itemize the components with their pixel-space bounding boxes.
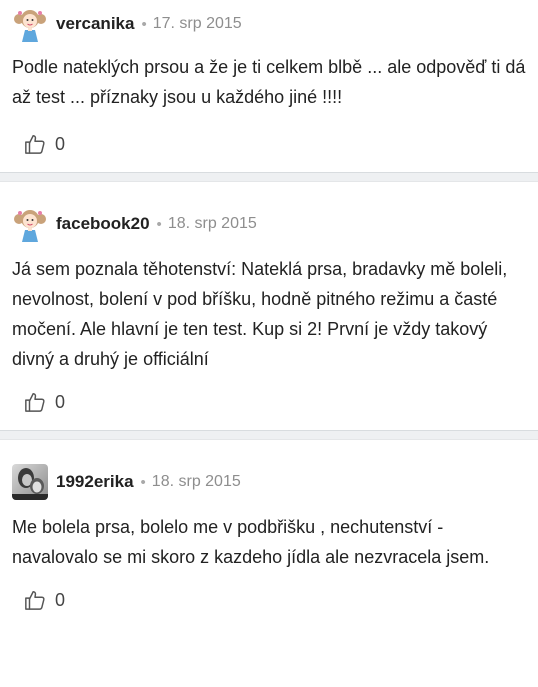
like-count: 0 xyxy=(55,589,66,610)
photo-avatar-icon[interactable] xyxy=(12,464,48,500)
comment-divider xyxy=(0,430,538,440)
separator-dot: • xyxy=(140,473,146,491)
separator-dot: • xyxy=(156,215,162,233)
cartoon-girl-avatar-icon[interactable] xyxy=(12,206,48,242)
like-count: 0 xyxy=(55,133,66,154)
like-button[interactable]: 0 xyxy=(12,124,526,164)
comment-header: 1992erika • 18. srp 2015 xyxy=(12,462,526,502)
comment-date: 18. srp 2015 xyxy=(167,215,257,232)
thumbs-up-icon xyxy=(25,591,45,610)
comment-username[interactable]: vercanika xyxy=(56,14,134,34)
separator-dot: • xyxy=(141,15,147,33)
like-button[interactable]: 0 xyxy=(12,580,526,620)
comment-text: Podle nateklých prsou a že je ti celkem … xyxy=(12,57,526,107)
comment-divider xyxy=(0,172,538,182)
comment-text: Já sem poznala těhotenství: Nateklá prsa… xyxy=(12,259,508,369)
comment-item: facebook20 • 18. srp 2015 Já sem poznala… xyxy=(0,182,538,422)
comment-username[interactable]: facebook20 xyxy=(56,214,150,234)
comment-header: vercanika • 17. srp 2015 xyxy=(12,4,526,44)
comment-feed: vercanika • 17. srp 2015 Podle nateklých… xyxy=(0,0,538,620)
like-button[interactable]: 0 xyxy=(12,382,526,422)
thumbs-up-icon xyxy=(25,135,45,154)
comment-item: 1992erika • 18. srp 2015 Me bolela prsa,… xyxy=(0,440,538,620)
comment-date: 17. srp 2015 xyxy=(152,15,242,32)
comment-item: vercanika • 17. srp 2015 Podle nateklých… xyxy=(0,0,538,164)
comment-username[interactable]: 1992erika xyxy=(56,472,134,492)
comment-header: facebook20 • 18. srp 2015 xyxy=(12,204,526,244)
cartoon-girl-avatar-icon[interactable] xyxy=(12,6,48,42)
like-count: 0 xyxy=(55,391,66,412)
comment-text: Me bolela prsa, bolelo me v podbřišku , … xyxy=(12,517,490,567)
comment-date: 18. srp 2015 xyxy=(151,473,241,490)
thumbs-up-icon xyxy=(25,393,45,412)
